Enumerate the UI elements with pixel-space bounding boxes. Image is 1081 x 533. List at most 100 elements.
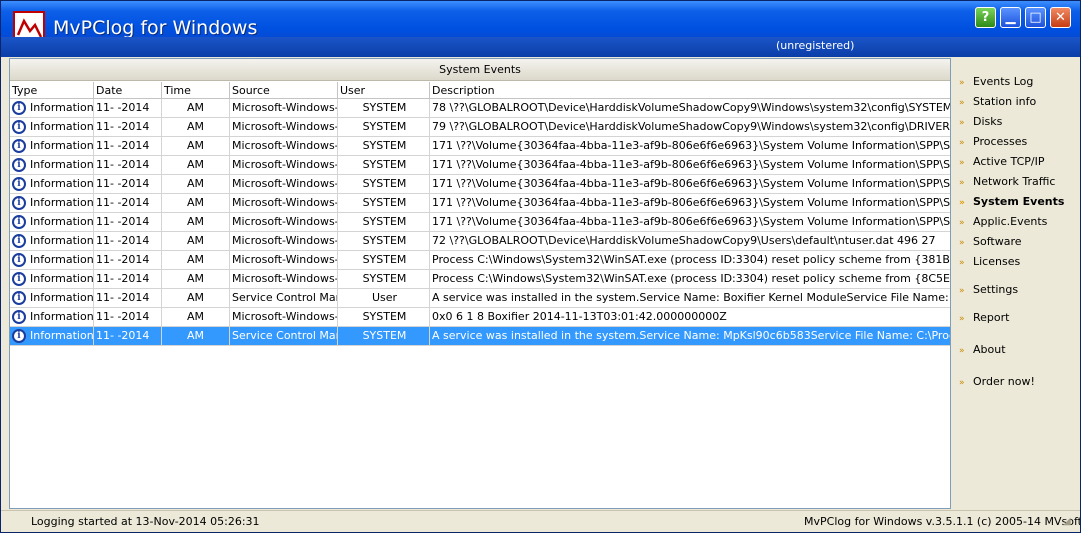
cell-source-text: Microsoft-Windows-Ke (232, 139, 337, 152)
cell-source: Service Control Manag (230, 289, 338, 307)
chevron-right-icon: » (959, 98, 965, 108)
column-header-description[interactable]: Description (430, 82, 950, 99)
sidebar-item-active-tcp-ip[interactable]: » Active TCP/IP (959, 154, 1045, 170)
sidebar-item-label: System Events (973, 195, 1065, 208)
cell-user-text: SYSTEM (362, 196, 407, 209)
chevron-right-icon: » (959, 258, 965, 268)
column-header-date[interactable]: Date (94, 82, 162, 99)
cell-source-text: Service Control Manag (232, 291, 337, 304)
table-row[interactable]: i Information 11- -2014 AM Service Control M… (10, 289, 950, 308)
registration-strip: (unregistered) (1, 37, 1080, 57)
column-headers: Type Date Time Source User Description (10, 82, 950, 99)
cell-source-text: Microsoft-Windows-Ke (232, 215, 337, 228)
cell-user-text: SYSTEM (362, 310, 407, 323)
sidebar-item-station-info[interactable]: » Station info (959, 94, 1036, 110)
cell-date: 11- -2014 (94, 308, 162, 326)
sidebar-item-disks[interactable]: » Disks (959, 114, 1002, 130)
title-bar[interactable]: MvPClog for Windows ? ▁ □ ✕ (unregistere… (1, 1, 1080, 57)
cell-time: AM (162, 308, 230, 326)
sidebar-item-licenses[interactable]: » Licenses (959, 254, 1020, 270)
registration-status: (unregistered) (776, 39, 855, 52)
cell-description: 171 \??\Volume{30364faa-4bba-11e3-af9b-8… (430, 156, 950, 174)
column-header-time[interactable]: Time (162, 82, 230, 99)
cell-description-text: 171 \??\Volume{30364faa-4bba-11e3-af9b-8… (432, 158, 950, 171)
minimize-button[interactable]: ▁ (1000, 7, 1021, 28)
column-header-type[interactable]: Type (10, 82, 94, 99)
cell-type-text: Information (30, 215, 94, 228)
cell-date: 11- -2014 (94, 137, 162, 155)
cell-time-text: AM (186, 139, 204, 152)
table-row[interactable]: i Information 11- -2014 AM Microsoft-Windows… (10, 137, 950, 156)
cell-time: AM (162, 289, 230, 307)
table-row[interactable]: i Information 11- -2014 AM Service Control M… (10, 327, 950, 346)
cell-source-text: Microsoft-Windows-Ke (232, 177, 337, 190)
cell-date-text: 11- -2014 (96, 234, 150, 247)
sidebar-item-network-traffic[interactable]: » Network Traffic (959, 174, 1055, 190)
close-button[interactable]: ✕ (1050, 7, 1071, 28)
cell-date: 11- -2014 (94, 175, 162, 193)
table-row[interactable]: i Information 11- -2014 AM Microsoft-Windows… (10, 118, 950, 137)
sidebar-item-label: Settings (973, 283, 1019, 296)
cell-type-text: Information (30, 101, 94, 114)
sidebar-item-software[interactable]: » Software (959, 234, 1022, 250)
cell-type-text: Information (30, 120, 94, 133)
cell-time-text: AM (186, 234, 204, 247)
cell-description: 78 \??\GLOBALROOT\Device\HarddiskVolumeS… (430, 99, 950, 117)
info-icon: i (12, 291, 26, 305)
cell-user-text: SYSTEM (362, 215, 407, 228)
chevron-right-icon: » (959, 346, 965, 356)
cell-type: i Information (10, 213, 94, 231)
sidebar-item-report[interactable]: » Report (959, 310, 1009, 326)
table-row[interactable]: i Information 11- -2014 AM Microsoft-Windows… (10, 251, 950, 270)
info-icon: i (12, 158, 26, 172)
cell-user: SYSTEM (338, 194, 430, 212)
chevron-right-icon: » (959, 78, 965, 88)
sidebar-item-processes[interactable]: » Processes (959, 134, 1027, 150)
cell-date-text: 11- -2014 (96, 101, 150, 114)
column-header-source[interactable]: Source (230, 82, 338, 99)
cell-source: Microsoft-Windows-Ke (230, 137, 338, 155)
sidebar-item-about[interactable]: » About (959, 342, 1006, 358)
sidebar-item-applic-events[interactable]: » Applic.Events (959, 214, 1047, 230)
resize-grip-icon[interactable]: ◢ (1063, 516, 1075, 528)
sidebar-item-label: Report (973, 311, 1010, 324)
cell-type: i Information (10, 327, 94, 345)
table-row[interactable]: i Information 11- -2014 AM Microsoft-Windows… (10, 308, 950, 327)
table-row[interactable]: i Information 11- -2014 AM Microsoft-Windows… (10, 175, 950, 194)
cell-date: 11- -2014 (94, 213, 162, 231)
cell-source: Microsoft-Windows-Us (230, 251, 338, 269)
cell-date: 11- -2014 (94, 251, 162, 269)
table-row[interactable]: i Information 11- -2014 AM Microsoft-Windows… (10, 156, 950, 175)
table-row[interactable]: i Information 11- -2014 AM Microsoft-Windows… (10, 213, 950, 232)
cell-date: 11- -2014 (94, 99, 162, 117)
cell-user-text: SYSTEM (362, 139, 407, 152)
table-row[interactable]: i Information 11- -2014 AM Microsoft-Windows… (10, 232, 950, 251)
cell-source-text: Microsoft-Windows-Ke (232, 120, 337, 133)
maximize-button[interactable]: □ (1025, 7, 1046, 28)
sidebar-item-events-log[interactable]: » Events Log (959, 74, 1033, 90)
cell-user: SYSTEM (338, 137, 430, 155)
sidebar-item-system-events[interactable]: » System Events (959, 194, 1064, 210)
cell-source: Microsoft-Windows-Fil (230, 308, 338, 326)
cell-user-text: SYSTEM (362, 158, 407, 171)
cell-source: Microsoft-Windows-Ke (230, 156, 338, 174)
table-row[interactable]: i Information 11- -2014 AM Microsoft-Windows… (10, 99, 950, 118)
cell-date-text: 11- -2014 (96, 291, 150, 304)
column-header-user[interactable]: User (338, 82, 430, 99)
help-button[interactable]: ? (975, 7, 996, 28)
cell-time: AM (162, 99, 230, 117)
cell-date: 11- -2014 (94, 232, 162, 250)
table-row[interactable]: i Information 11- -2014 AM Microsoft-Windows… (10, 194, 950, 213)
sidebar-item-order-now[interactable]: » Order now! (959, 374, 1035, 390)
chevron-right-icon: » (959, 238, 965, 248)
cell-date-text: 11- -2014 (96, 329, 150, 342)
info-icon: i (12, 272, 26, 286)
cell-description-text: Process C:\Windows\System32\WinSAT.exe (… (432, 253, 950, 266)
sidebar-item-settings[interactable]: » Settings (959, 282, 1018, 298)
cell-description-text: 171 \??\Volume{30364faa-4bba-11e3-af9b-8… (432, 215, 950, 228)
cell-date-text: 11- -2014 (96, 253, 150, 266)
info-icon: i (12, 310, 26, 324)
cell-description-text: 79 \??\GLOBALROOT\Device\HarddiskVolumeS… (432, 120, 950, 133)
table-row[interactable]: i Information 11- -2014 AM Microsoft-Windows… (10, 270, 950, 289)
cell-source-text: Microsoft-Windows-Ke (232, 158, 337, 171)
